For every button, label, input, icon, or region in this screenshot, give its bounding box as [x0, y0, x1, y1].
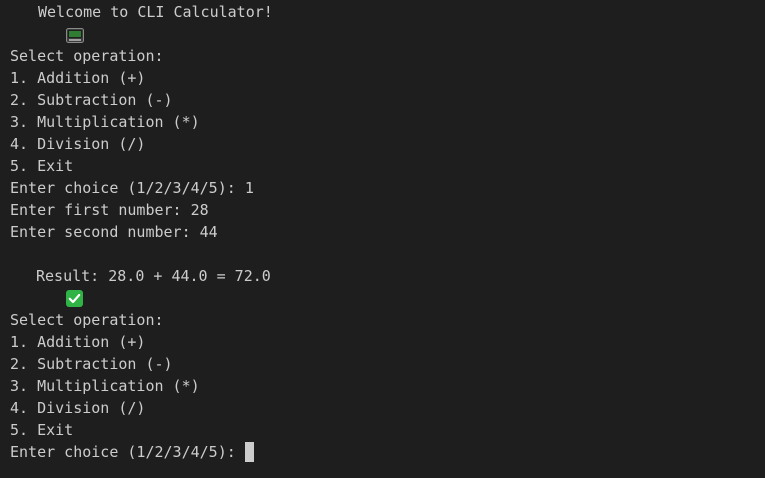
menu-option-subtraction-2: 2. Subtraction (-)	[10, 355, 173, 373]
result-line: Result: 28.0 + 44.0 = 72.0	[10, 265, 765, 307]
second-number-value: 44	[199, 223, 218, 241]
first-number-line: Enter first number: 28	[10, 199, 765, 221]
choice-prompt: Enter choice (1/2/3/4/5):	[10, 179, 245, 197]
first-number-prompt: Enter first number:	[10, 201, 191, 219]
menu-option-multiplication-2: 3. Multiplication (*)	[10, 377, 200, 395]
menu-option-exit: 5. Exit	[10, 157, 74, 175]
menu-option-addition-2: 1. Addition (+)	[10, 333, 146, 351]
menu-option-division-2: 4. Division (/)	[10, 399, 146, 417]
menu-header: Select operation:	[10, 47, 164, 65]
choice-line: Enter choice (1/2/3/4/5): 1	[10, 177, 765, 199]
choice-value: 1	[244, 179, 254, 197]
terminal-window[interactable]: Welcome to CLI Calculator! Select operat…	[0, 0, 765, 478]
welcome-text: Welcome to CLI Calculator!	[38, 3, 273, 21]
second-number-prompt: Enter second number:	[10, 223, 200, 241]
choice-line-2: Enter choice (1/2/3/4/5):	[10, 441, 765, 463]
computer-icon	[12, 5, 85, 43]
menu-option-division: 4. Division (/)	[10, 135, 146, 153]
menu-option-subtraction: 2. Subtraction (-)	[10, 91, 173, 109]
menu-option-exit-2: 5. Exit	[10, 421, 74, 439]
result-text: Result: 28.0 + 44.0 = 72.0	[36, 267, 271, 285]
choice-prompt-2: Enter choice (1/2/3/4/5):	[10, 443, 245, 461]
menu-option-multiplication: 3. Multiplication (*)	[10, 113, 200, 131]
menu-option-addition: 1. Addition (+)	[10, 69, 146, 87]
second-number-line: Enter second number: 44	[10, 221, 765, 243]
check-mark-icon	[12, 268, 84, 307]
text-cursor	[244, 442, 254, 462]
first-number-value: 28	[190, 201, 209, 219]
welcome-line: Welcome to CLI Calculator!	[10, 1, 765, 43]
menu-header-2: Select operation:	[10, 311, 164, 329]
